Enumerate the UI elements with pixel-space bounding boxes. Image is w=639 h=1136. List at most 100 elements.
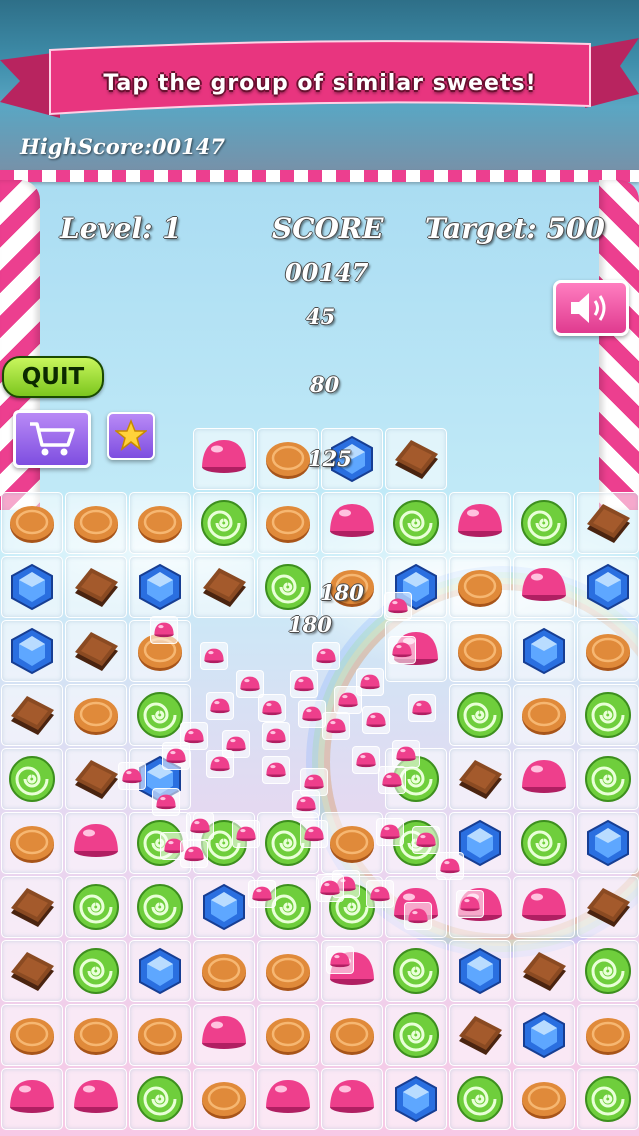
candy-tile[interactable] — [193, 1068, 255, 1130]
candy-tile[interactable] — [1, 1004, 63, 1066]
green-swirl-icon — [137, 692, 183, 738]
candy-tile[interactable] — [577, 684, 639, 746]
candy-tile[interactable] — [321, 492, 383, 554]
candy-tile[interactable] — [65, 684, 127, 746]
candy-tile[interactable] — [513, 748, 575, 810]
caramel-candy-icon — [458, 634, 502, 671]
blue-gem-icon — [523, 1011, 565, 1059]
candy-tile[interactable] — [129, 492, 191, 554]
candy-tile[interactable] — [577, 1004, 639, 1066]
green-swirl-icon — [521, 500, 567, 546]
quit-button[interactable]: QUIT — [2, 356, 104, 398]
candy-tile[interactable] — [577, 556, 639, 618]
candy-tile[interactable] — [449, 1068, 511, 1130]
candy-tile[interactable] — [1, 812, 63, 874]
candy-tile[interactable] — [1, 876, 63, 938]
shop-button[interactable] — [13, 410, 91, 468]
candy-tile[interactable] — [449, 940, 511, 1002]
candy-tile[interactable] — [321, 812, 383, 874]
candy-tile[interactable] — [129, 940, 191, 1002]
candy-tile[interactable] — [513, 876, 575, 938]
candy-tile[interactable] — [257, 940, 319, 1002]
pink-jelly-particle — [412, 826, 440, 854]
candy-tile[interactable] — [65, 492, 127, 554]
candy-tile[interactable] — [257, 1004, 319, 1066]
pink-jelly-particle — [322, 712, 350, 740]
candy-tile[interactable] — [257, 556, 319, 618]
candy-tile[interactable] — [513, 1068, 575, 1130]
candy-tile[interactable] — [65, 812, 127, 874]
candy-tile[interactable] — [129, 556, 191, 618]
candy-tile[interactable] — [1, 748, 63, 810]
candy-tile[interactable] — [449, 684, 511, 746]
candy-tile[interactable] — [513, 812, 575, 874]
candy-tile[interactable] — [449, 492, 511, 554]
candy-tile[interactable] — [65, 1004, 127, 1066]
candy-tile[interactable] — [577, 1068, 639, 1130]
candy-tile[interactable] — [65, 620, 127, 682]
pink-jelly-icon — [10, 1080, 54, 1113]
candy-tile[interactable] — [577, 940, 639, 1002]
candy-tile[interactable] — [513, 684, 575, 746]
candy-tile[interactable] — [577, 876, 639, 938]
candy-tile[interactable] — [385, 492, 447, 554]
candy-tile[interactable] — [321, 1004, 383, 1066]
candy-tile[interactable] — [321, 1068, 383, 1130]
candy-tile[interactable] — [1, 1068, 63, 1130]
candy-tile[interactable] — [385, 428, 447, 490]
candy-tile[interactable] — [385, 940, 447, 1002]
caramel-candy-icon — [74, 1018, 118, 1055]
sound-toggle-button[interactable] — [553, 280, 629, 336]
candy-stripe-border — [0, 170, 639, 182]
candy-tile[interactable] — [193, 1004, 255, 1066]
pink-jelly-icon — [74, 824, 118, 857]
candy-tile[interactable] — [513, 556, 575, 618]
candy-tile[interactable] — [129, 1004, 191, 1066]
candy-tile[interactable] — [449, 556, 511, 618]
candy-tile[interactable] — [193, 556, 255, 618]
candy-tile[interactable] — [129, 876, 191, 938]
candy-tile[interactable] — [385, 1004, 447, 1066]
candy-tile[interactable] — [577, 748, 639, 810]
candy-tile[interactable] — [193, 492, 255, 554]
green-swirl-icon — [585, 756, 631, 802]
candy-tile[interactable] — [513, 492, 575, 554]
candy-tile[interactable] — [1, 620, 63, 682]
rate-button[interactable] — [107, 412, 155, 460]
candy-tile[interactable] — [385, 1068, 447, 1130]
green-swirl-icon — [393, 1012, 439, 1058]
pink-jelly-icon — [330, 504, 374, 537]
candy-tile[interactable] — [65, 1068, 127, 1130]
pink-jelly-particle — [152, 788, 180, 816]
candy-tile[interactable] — [257, 1068, 319, 1130]
points-popup: 180 — [288, 612, 332, 637]
pink-jelly-particle — [262, 722, 290, 750]
speaker-icon — [571, 293, 606, 323]
candy-tile[interactable] — [193, 428, 255, 490]
candy-tile[interactable] — [449, 748, 511, 810]
caramel-candy-icon — [74, 698, 118, 735]
candy-tile[interactable] — [65, 556, 127, 618]
caramel-candy-icon — [586, 634, 630, 671]
candy-tile[interactable] — [513, 1004, 575, 1066]
candy-tile[interactable] — [193, 876, 255, 938]
green-swirl-icon — [9, 756, 55, 802]
candy-tile[interactable] — [513, 940, 575, 1002]
candy-tile[interactable] — [1, 556, 63, 618]
candy-tile[interactable] — [257, 492, 319, 554]
score-value: 00147 — [285, 258, 369, 287]
candy-tile[interactable] — [449, 620, 511, 682]
candy-tile[interactable] — [1, 940, 63, 1002]
candy-tile[interactable] — [577, 620, 639, 682]
candy-tile[interactable] — [1, 684, 63, 746]
candy-tile[interactable] — [513, 620, 575, 682]
candy-tile[interactable] — [577, 812, 639, 874]
candy-tile[interactable] — [193, 940, 255, 1002]
candy-tile[interactable] — [577, 492, 639, 554]
candy-tile[interactable] — [65, 876, 127, 938]
candy-tile[interactable] — [65, 940, 127, 1002]
candy-tile[interactable] — [449, 1004, 511, 1066]
candy-tile[interactable] — [1, 492, 63, 554]
candy-tile[interactable] — [129, 1068, 191, 1130]
chocolate-icon — [11, 952, 54, 991]
